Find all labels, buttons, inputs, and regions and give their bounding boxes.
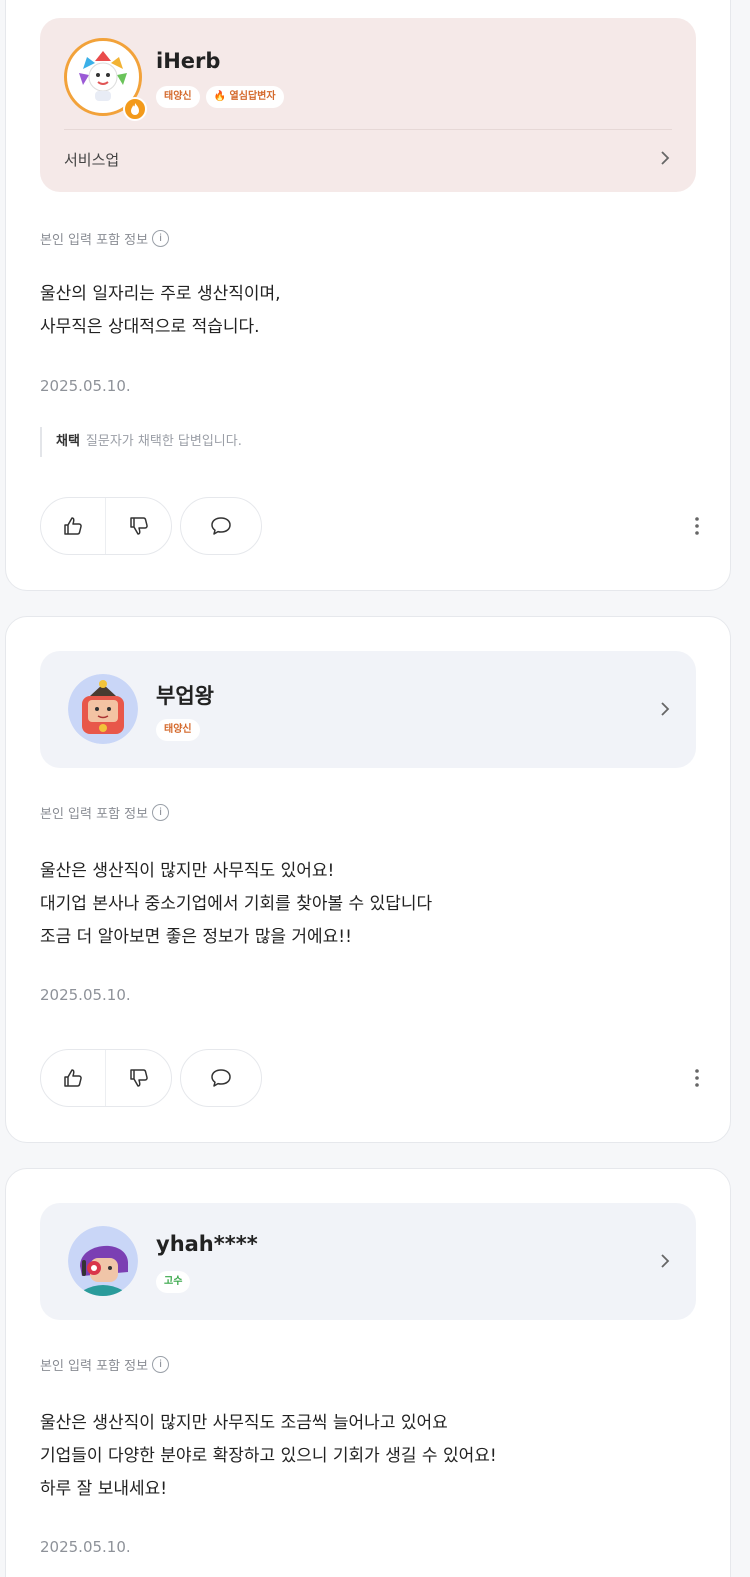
avatar bbox=[64, 38, 147, 121]
speech-bubble-icon bbox=[211, 1069, 231, 1087]
speech-bubble-icon bbox=[211, 517, 231, 535]
dislike-button[interactable] bbox=[106, 498, 171, 554]
comment-button[interactable] bbox=[180, 1049, 262, 1107]
like-button[interactable] bbox=[41, 1050, 106, 1106]
like-button[interactable] bbox=[41, 498, 106, 554]
answer-date: 2025.05.10. bbox=[40, 986, 131, 1004]
chevron-right-icon[interactable] bbox=[658, 1254, 672, 1268]
vote-group bbox=[40, 1049, 172, 1107]
more-vertical-icon[interactable] bbox=[694, 516, 700, 536]
action-bar bbox=[40, 497, 262, 555]
badge-list: 태양신 🔥 열심답변자 bbox=[156, 86, 284, 108]
dislike-button[interactable] bbox=[106, 1050, 171, 1106]
thumbs-down-icon bbox=[129, 517, 148, 535]
action-bar bbox=[40, 1049, 262, 1107]
username: yhah**** bbox=[156, 1232, 258, 1256]
adopted-text: 질문자가 채택한 답변입니다. bbox=[85, 434, 242, 449]
answer-line: 울산은 생산직이 많지만 사무직도 있어요! bbox=[40, 861, 335, 881]
answer-body: 울산은 생산직이 많지만 사무직도 조금씩 늘어나고 있어요 기업들이 다양한 … bbox=[40, 1407, 497, 1506]
answer-card: yhah**** 고수 본인 입력 포함 정보 i 울산은 생산직이 많지만 사… bbox=[5, 1168, 731, 1577]
answer-date: 2025.05.10. bbox=[40, 1538, 131, 1556]
info-label: 본인 입력 포함 정보 bbox=[40, 1359, 149, 1374]
answer-line: 조금 더 알아보면 좋은 정보가 많을 거에요!! bbox=[40, 927, 352, 947]
active-answerer-badge: 🔥 열심답변자 bbox=[205, 86, 284, 108]
answer-body: 울산의 일자리는 주로 생산직이며, 사무직은 상대적으로 적습니다. bbox=[40, 278, 281, 344]
avatar bbox=[68, 1226, 138, 1296]
author-profile[interactable]: 부업왕 태양신 bbox=[40, 651, 696, 768]
adopted-notice: 채택 질문자가 채택한 답변입니다. bbox=[40, 427, 242, 457]
answer-body: 울산은 생산직이 많지만 사무직도 있어요! 대기업 본사나 중소기업에서 기회… bbox=[40, 855, 432, 954]
answer-line: 하루 잘 보내세요! bbox=[40, 1479, 168, 1499]
category-label: 서비스업 bbox=[64, 151, 120, 169]
author-profile[interactable]: yhah**** 고수 bbox=[40, 1203, 696, 1320]
username: iHerb bbox=[156, 49, 221, 73]
rank-badge: 고수 bbox=[156, 1271, 191, 1293]
info-notice: 본인 입력 포함 정보 i bbox=[40, 1355, 170, 1374]
more-vertical-icon[interactable] bbox=[694, 1068, 700, 1088]
chevron-right-icon[interactable] bbox=[658, 702, 672, 716]
thumbs-down-icon bbox=[129, 1069, 148, 1087]
thumbs-up-icon bbox=[64, 517, 82, 535]
author-profile[interactable]: iHerb 태양신 🔥 열심답변자 서비스업 bbox=[40, 18, 696, 192]
answer-date: 2025.05.10. bbox=[40, 377, 131, 395]
thumbs-up-icon bbox=[64, 1069, 82, 1087]
info-label: 본인 입력 포함 정보 bbox=[40, 807, 149, 822]
answer-line: 기업들이 다양한 분야로 확장하고 있으니 기회가 생길 수 있어요! bbox=[40, 1446, 497, 1466]
info-icon[interactable]: i bbox=[152, 804, 170, 821]
answer-line: 울산은 생산직이 많지만 사무직도 조금씩 늘어나고 있어요 bbox=[40, 1413, 448, 1433]
answer-card: iHerb 태양신 🔥 열심답변자 서비스업 본인 입력 포함 정보 i 울산의… bbox=[5, 0, 731, 591]
vote-group bbox=[40, 497, 172, 555]
answer-card: 부업왕 태양신 본인 입력 포함 정보 i 울산은 생산직이 많지만 사무직도 … bbox=[5, 616, 731, 1143]
info-notice: 본인 입력 포함 정보 i bbox=[40, 803, 170, 822]
comment-button[interactable] bbox=[180, 497, 262, 555]
badge-list: 고수 bbox=[156, 1271, 191, 1293]
divider bbox=[64, 129, 672, 130]
info-icon[interactable]: i bbox=[152, 230, 170, 247]
adopted-label: 채택 bbox=[56, 434, 80, 449]
avatar bbox=[68, 674, 138, 744]
answer-line: 사무직은 상대적으로 적습니다. bbox=[40, 317, 260, 337]
rank-badge: 태양신 bbox=[156, 719, 200, 741]
fire-badge-icon bbox=[123, 97, 147, 121]
info-label: 본인 입력 포함 정보 bbox=[40, 233, 149, 248]
answer-line: 대기업 본사나 중소기업에서 기회를 찾아볼 수 있답니다 bbox=[40, 894, 433, 914]
answer-line: 울산의 일자리는 주로 생산직이며, bbox=[40, 284, 281, 304]
info-notice: 본인 입력 포함 정보 i bbox=[40, 229, 170, 248]
username: 부업왕 bbox=[156, 684, 214, 708]
info-icon[interactable]: i bbox=[152, 1356, 170, 1373]
rank-badge: 태양신 bbox=[156, 86, 200, 108]
badge-list: 태양신 bbox=[156, 719, 200, 741]
chevron-right-icon[interactable] bbox=[658, 151, 672, 165]
